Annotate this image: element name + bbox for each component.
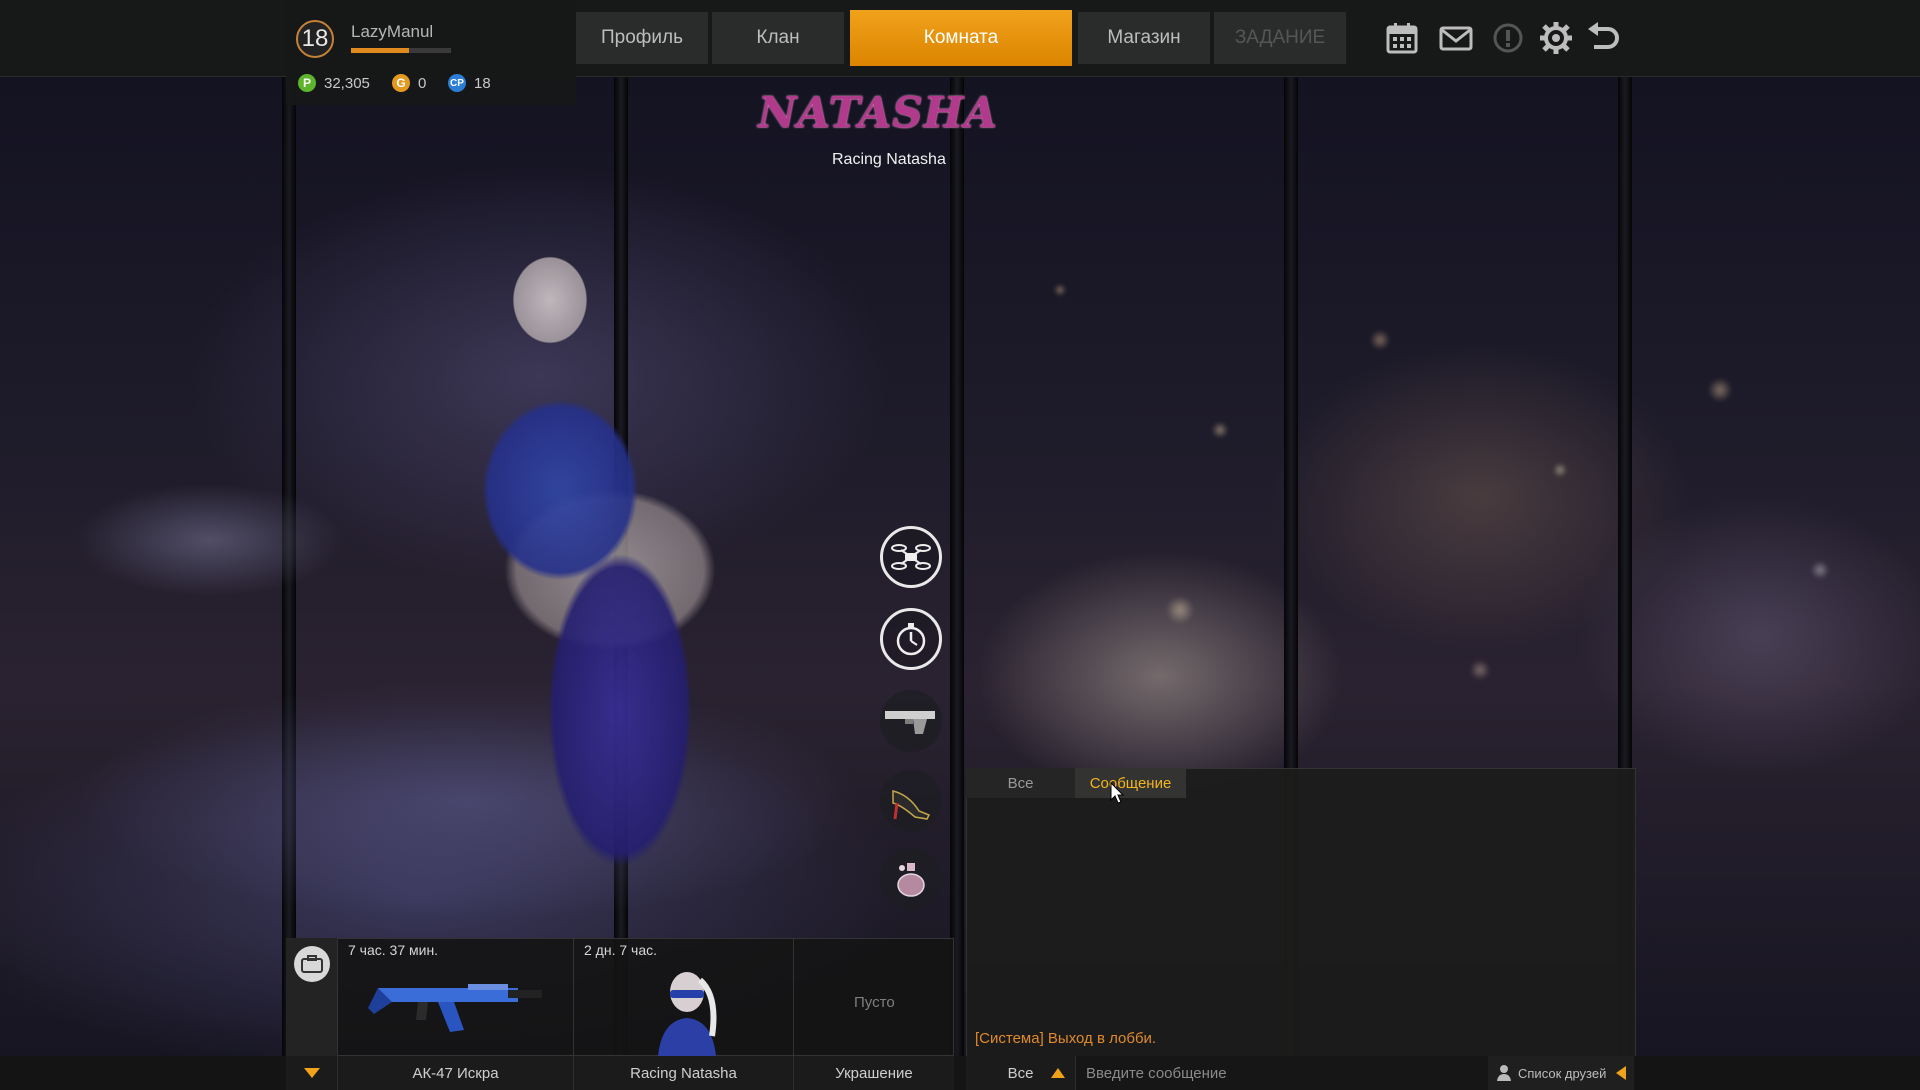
character-slot[interactable]: 2 дн. 7 час. [574,938,794,1056]
tab-task[interactable]: ЗАДАНИЕ [1214,12,1346,64]
heel-shoe-icon[interactable] [880,770,942,832]
character-portrait-icon [658,972,717,1056]
loadout-icon-column [286,938,338,1056]
xp-progress-fill [351,48,409,53]
chevron-left-icon [1616,1066,1626,1080]
currency-gold: G 0 [392,74,426,92]
friends-list-label: Список друзей [1518,1065,1607,1081]
chevron-down-icon [303,1068,320,1078]
chat-filter-dropdown[interactable]: Все [966,1056,1076,1090]
chat-tab-message[interactable]: Сообщение [1076,768,1186,798]
gold-value: 0 [418,74,427,92]
mouse-cursor-icon [1110,782,1124,804]
chat-panel [966,768,1636,1058]
decoration-slot[interactable]: Пусто [794,938,954,1056]
friends-list-button[interactable]: Список друзей [1488,1056,1634,1090]
xp-progress-bar [351,48,451,53]
tab-clan[interactable]: Клан [712,12,844,64]
currency-points: P 32,305 [298,74,370,92]
tab-room[interactable]: Комната [850,10,1072,66]
back-icon[interactable] [1584,18,1624,58]
expand-loadout-button[interactable] [286,1056,338,1090]
bar-table [20,480,400,840]
chevron-up-icon [1051,1068,1065,1078]
cp-value: 18 [474,74,491,92]
character-logo: NATASHA [758,88,998,137]
decoration-empty: Пусто [854,994,895,1011]
chat-message: [Система] Выход в лобби. [975,1030,1157,1047]
inventory-case-icon[interactable] [294,946,330,982]
loadout-labels: АК-47 Искра Racing Natasha Украшение [286,1056,954,1090]
settings-icon[interactable] [1536,18,1576,58]
points-icon: P [298,74,316,92]
pistol-icon[interactable] [880,690,942,752]
chat-tabs: Все Сообщение [966,768,1186,798]
weapon-timer: 7 час. 37 мин. [348,942,439,958]
ak47-rifle-icon [368,984,542,1032]
gold-icon: G [392,74,410,92]
character-label[interactable]: Racing Natasha [574,1056,794,1090]
character-timer: 2 дн. 7 час. [584,942,658,958]
alert-icon[interactable] [1488,18,1528,58]
cp-icon: CP [448,74,466,92]
weapon-label[interactable]: АК-47 Искра [338,1056,574,1090]
weapon-slot[interactable]: 7 час. 37 мин. [338,938,574,1056]
tab-shop[interactable]: Магазин [1078,12,1210,64]
tab-profile[interactable]: Профиль [576,12,708,64]
points-value: 32,305 [324,74,370,92]
chat-input-bar: Все [966,1056,1492,1090]
character-model[interactable] [450,240,750,880]
mail-icon[interactable] [1436,18,1476,58]
level-badge: 18 [296,20,334,58]
perfume-icon[interactable] [880,848,942,910]
stopwatch-icon[interactable] [880,608,942,670]
chat-tab-all[interactable]: Все [966,768,1076,798]
drone-icon[interactable] [880,526,942,588]
character-subtitle: Racing Natasha [832,151,946,168]
chat-filter-label: Все [1007,1064,1034,1082]
calendar-icon[interactable] [1382,18,1422,58]
city-lights [960,150,1920,850]
chat-input[interactable] [1076,1056,1492,1090]
player-name[interactable]: LazyManul [351,22,433,42]
friends-icon [1497,1065,1511,1081]
currency-cp: CP 18 [448,74,491,92]
decoration-label[interactable]: Украшение [794,1056,954,1090]
